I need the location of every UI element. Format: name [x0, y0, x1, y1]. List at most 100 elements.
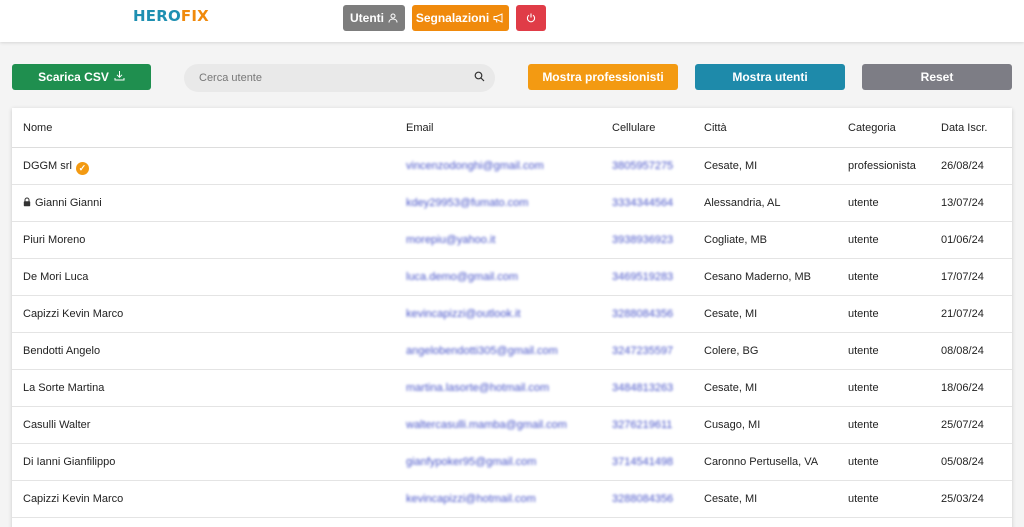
column-header-data-iscrizione[interactable]: Data Iscr.: [941, 122, 987, 134]
row-phone[interactable]: 3805957275: [612, 160, 673, 172]
row-date: 05/08/24: [941, 456, 984, 468]
row-email[interactable]: kevincapizzi@outlook.it: [406, 308, 521, 320]
row-name: De Mori Luca: [23, 271, 89, 283]
row-phone[interactable]: 3334344564: [612, 197, 673, 209]
table-row[interactable]: Capizzi Kevin Marco kevincapizzi@outlook…: [12, 296, 1012, 333]
row-category: utente: [848, 493, 879, 505]
column-header-citta[interactable]: Città: [704, 122, 727, 134]
row-phone[interactable]: 3469519283: [612, 271, 673, 283]
search-icon[interactable]: [474, 71, 485, 85]
row-date: 25/07/24: [941, 419, 984, 431]
reset-button[interactable]: Reset: [862, 64, 1012, 90]
column-header-nome[interactable]: Nome: [23, 122, 52, 134]
row-name-cell: Gianni Gianni: [23, 197, 102, 210]
row-name: Gianni Gianni: [35, 197, 102, 209]
table-row[interactable]: De Mori Luca luca.demo@gmail.com 3469519…: [12, 259, 1012, 296]
table-row[interactable]: Bendotti Angelo angelobendotti305@gmail.…: [12, 333, 1012, 370]
download-csv-button[interactable]: Scarica CSV: [12, 64, 151, 90]
logo-part-fix: FIX: [180, 7, 209, 25]
search-input[interactable]: [199, 72, 474, 84]
table-row[interactable]: Gianni Gianni kdey29953@fumato.com 33343…: [12, 185, 1012, 222]
row-category: utente: [848, 271, 879, 283]
row-email[interactable]: kdey29953@fumato.com: [406, 197, 528, 209]
row-name: DGGM srl: [23, 160, 72, 172]
row-city: Alessandria, AL: [704, 197, 781, 209]
row-phone[interactable]: 3714541498: [612, 456, 673, 468]
row-date: 18/06/24: [941, 382, 984, 394]
row-email[interactable]: gianfypoker95@gmail.com: [406, 456, 536, 468]
nav-segnalazioni-button[interactable]: Segnalazioni: [412, 5, 509, 31]
column-header-categoria[interactable]: Categoria: [848, 122, 896, 134]
logout-button[interactable]: [516, 5, 546, 31]
row-date: 08/08/24: [941, 345, 984, 357]
row-phone[interactable]: 3938936923: [612, 234, 673, 246]
row-email[interactable]: waltercasulli.mamba@gmail.com: [406, 419, 567, 431]
megaphone-icon: [493, 13, 505, 23]
table-row[interactable]: Di Ianni Gianfilippo gianfypoker95@gmail…: [12, 444, 1012, 481]
table-row[interactable]: Capizzi Kevin Marco kevincapizzi@hotmail…: [12, 481, 1012, 518]
row-name: Di Ianni Gianfilippo: [23, 456, 116, 468]
row-name: Bendotti Angelo: [23, 345, 101, 357]
table-row[interactable]: DGGM srl ✓ vincenzodonghi@gmail.com 38059…: [12, 148, 1012, 185]
row-city: Cesate, MI: [704, 493, 758, 505]
row-email[interactable]: luca.demo@gmail.com: [406, 271, 518, 283]
row-category: utente: [848, 197, 879, 209]
row-name-cell: DGGM srl ✓: [23, 160, 89, 175]
row-date: 21/07/24: [941, 308, 984, 320]
row-city: Cusago, MI: [704, 419, 761, 431]
nav-utenti-label: Utenti: [350, 11, 384, 25]
row-phone[interactable]: 3276219611: [612, 419, 672, 431]
row-phone[interactable]: 3288084356: [612, 493, 673, 505]
column-header-email[interactable]: Email: [406, 122, 434, 134]
row-category: utente: [848, 308, 879, 320]
search-bar: [184, 64, 495, 92]
row-date: 13/07/24: [941, 197, 984, 209]
row-category: utente: [848, 456, 879, 468]
top-navbar: HEROFIX Utenti Segnalazioni: [0, 0, 1024, 42]
row-phone[interactable]: 3247235597: [612, 345, 673, 357]
show-professionals-button[interactable]: Mostra professionisti: [528, 64, 678, 90]
row-category: utente: [848, 234, 879, 246]
row-category: utente: [848, 345, 879, 357]
nav-utenti-button[interactable]: Utenti: [343, 5, 405, 31]
row-category: professionista: [848, 160, 916, 172]
row-email[interactable]: kevincapizzi@hotmail.com: [406, 493, 536, 505]
verified-badge-icon: ✓: [75, 162, 89, 175]
row-category: utente: [848, 382, 879, 394]
row-name: Capizzi Kevin Marco: [23, 493, 124, 505]
row-city: Colere, BG: [704, 345, 759, 357]
users-table: Nome Email Cellulare Città Categoria Dat…: [12, 108, 1012, 527]
row-phone[interactable]: 3484813263: [612, 382, 673, 394]
table-row[interactable]: Casulli Walter waltercasulli.mamba@gmail…: [12, 407, 1012, 444]
row-date: 26/08/24: [941, 160, 984, 172]
column-header-cellulare[interactable]: Cellulare: [612, 122, 655, 134]
row-city: Cogliate, MB: [704, 234, 767, 246]
row-date: 01/06/24: [941, 234, 984, 246]
row-name: Piuri Moreno: [23, 234, 86, 246]
table-row[interactable]: La Sorte Martina martina.lasorte@hotmail…: [12, 370, 1012, 407]
row-category: utente: [848, 419, 879, 431]
power-icon: [526, 13, 536, 23]
herofix-logo[interactable]: HEROFIX: [133, 7, 209, 25]
row-email[interactable]: martina.lasorte@hotmail.com: [406, 382, 549, 394]
row-email[interactable]: morepiu@yahoo.it: [406, 234, 495, 246]
table-row[interactable]: Piuri Moreno morepiu@yahoo.it 3938936923…: [12, 222, 1012, 259]
lock-icon: [23, 197, 31, 210]
row-date: 17/07/24: [941, 271, 984, 283]
row-phone[interactable]: 3288084356: [612, 308, 673, 320]
nav-segnalazioni-label: Segnalazioni: [415, 11, 490, 25]
row-name: La Sorte Martina: [23, 382, 105, 394]
user-icon: [388, 13, 398, 23]
table-header: Nome Email Cellulare Città Categoria Dat…: [12, 108, 1012, 148]
row-email[interactable]: vincenzodonghi@gmail.com: [406, 160, 544, 172]
show-users-button[interactable]: Mostra utenti: [695, 64, 845, 90]
row-date: 25/03/24: [941, 493, 984, 505]
row-email[interactable]: angelobendotti305@gmail.com: [406, 345, 558, 357]
download-icon: [114, 70, 125, 84]
row-city: Caronno Pertusella, VA: [704, 456, 819, 468]
row-city: Cesate, MI: [704, 308, 758, 320]
row-name: Casulli Walter: [23, 419, 91, 431]
row-city: Cesano Maderno, MB: [704, 271, 811, 283]
row-name: Capizzi Kevin Marco: [23, 308, 124, 320]
row-city: Cesate, MI: [704, 382, 758, 394]
